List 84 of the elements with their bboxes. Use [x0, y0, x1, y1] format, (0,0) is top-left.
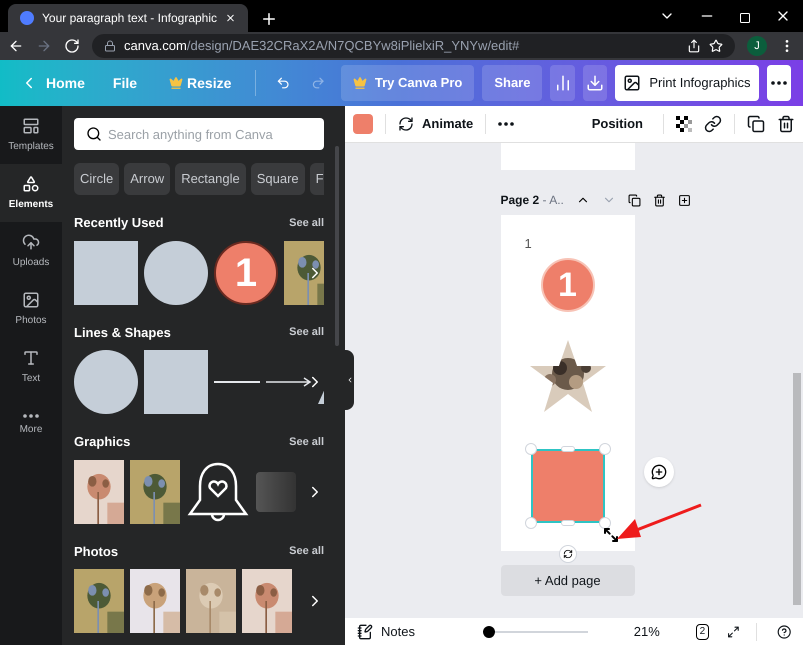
- rail-tab[interactable]: Text: [0, 338, 62, 396]
- section-title: Photos: [74, 542, 118, 560]
- lock-icon: [104, 40, 116, 52]
- more-icon: [770, 81, 787, 85]
- crown-icon: [352, 76, 367, 90]
- rail-tab[interactable]: More: [0, 396, 62, 454]
- crown-icon: [169, 76, 184, 90]
- image-icon: [623, 74, 642, 92]
- duplicate-page-icon[interactable]: [628, 194, 641, 206]
- see-all-link[interactable]: See all: [289, 543, 324, 560]
- transparency-icon[interactable]: [676, 116, 692, 132]
- add-page-icon[interactable]: [678, 194, 691, 206]
- bookmark-star-icon[interactable]: [709, 39, 723, 53]
- arrow-shape[interactable]: [266, 377, 312, 387]
- fill-color-swatch[interactable]: [353, 114, 373, 134]
- download-icon: [586, 74, 604, 92]
- search-icon: [86, 126, 102, 142]
- section-title: Lines & Shapes: [74, 324, 171, 342]
- forward-icon[interactable]: [36, 38, 52, 54]
- delete-page-icon[interactable]: [652, 194, 666, 206]
- url-text: canva.com/design/DAE32CRaX2A/N7QCBYw8iPlielxiR_YNYw/edit#: [124, 37, 520, 56]
- scrollbar[interactable]: [792, 373, 800, 605]
- print-button[interactable]: Print Infographics: [615, 65, 759, 101]
- search-field[interactable]: Search anything from Canva: [74, 118, 324, 150]
- notes-button[interactable]: Notes: [357, 622, 415, 642]
- section-title: Graphics: [74, 433, 130, 451]
- zoom-slider[interactable]: [482, 626, 588, 638]
- fullscreen-icon[interactable]: [727, 624, 740, 640]
- comment-plus-icon: [650, 464, 666, 480]
- filter-chip[interactable]: Arrow: [124, 163, 170, 195]
- browser-tab[interactable]: Your paragraph text - Infographic: [8, 4, 248, 32]
- rail-tab[interactable]: Photos: [0, 280, 62, 338]
- animate-button[interactable]: Animate: [398, 114, 474, 134]
- section-title: Recently Used: [74, 214, 164, 232]
- layout-icon: [22, 116, 40, 134]
- back-icon[interactable]: [8, 38, 24, 54]
- tab-title: Your paragraph text - Infographic: [42, 10, 218, 27]
- filter-chip[interactable]: F: [310, 163, 324, 195]
- share-button[interactable]: Share: [482, 65, 542, 101]
- selected-square[interactable]: [524, 443, 610, 529]
- page-count[interactable]: 2: [696, 624, 709, 640]
- reload-icon[interactable]: [64, 38, 80, 54]
- help-icon[interactable]: [776, 622, 791, 640]
- maximize-icon[interactable]: [739, 12, 751, 24]
- filter-chip[interactable]: Circle: [74, 163, 120, 195]
- filter-chip[interactable]: Rectangle: [175, 163, 246, 195]
- delete-icon[interactable]: [777, 115, 795, 133]
- see-all-link[interactable]: See all: [289, 324, 324, 340]
- shapes-icon: [22, 174, 40, 192]
- more-icon[interactable]: [498, 122, 514, 126]
- comment-button[interactable]: [644, 457, 674, 487]
- add-page-button[interactable]: + Add page: [500, 565, 634, 596]
- filter-chip[interactable]: Square: [250, 163, 305, 195]
- cloud-upload-icon: [22, 232, 40, 250]
- profile-avatar[interactable]: J: [747, 36, 767, 56]
- position-button[interactable]: Position: [584, 114, 651, 134]
- page-label: Page 2 - A..: [500, 192, 564, 209]
- see-all-link[interactable]: See all: [289, 434, 324, 450]
- canva-logo-icon: [20, 11, 34, 25]
- more-icon: [23, 414, 39, 418]
- share-page-icon[interactable]: [687, 39, 701, 53]
- resize-cursor-icon: [602, 527, 618, 543]
- insights-button[interactable]: [550, 65, 575, 101]
- page-canvas[interactable]: 1 1: [500, 215, 634, 551]
- zoom-percent[interactable]: 21%: [634, 622, 660, 642]
- text-icon: [22, 348, 40, 366]
- rail-tab[interactable]: Elements: [0, 164, 62, 222]
- more-button[interactable]: [766, 65, 791, 101]
- link-icon[interactable]: [704, 115, 722, 133]
- image-icon: [22, 290, 40, 308]
- rail-tab[interactable]: Uploads: [0, 222, 62, 280]
- number-text[interactable]: 1: [524, 237, 532, 250]
- address-bar[interactable]: canva.com/design/DAE32CRaX2A/N7QCBYw8iPlielxiR_YNYw/edit#: [92, 34, 735, 58]
- new-tab-icon[interactable]: [260, 10, 278, 28]
- notes-icon: [357, 624, 373, 640]
- rotate-handle[interactable]: [558, 545, 576, 563]
- collapse-panel-handle[interactable]: [345, 350, 354, 410]
- scrollbar[interactable]: [335, 146, 339, 346]
- see-all-link[interactable]: See all: [289, 214, 324, 231]
- download-button[interactable]: [582, 65, 608, 101]
- rail-tab[interactable]: Templates: [0, 106, 62, 164]
- try-pro-button[interactable]: Try Canva Pro: [340, 65, 474, 101]
- duplicate-icon[interactable]: [747, 115, 765, 133]
- rotate-icon: [562, 549, 572, 559]
